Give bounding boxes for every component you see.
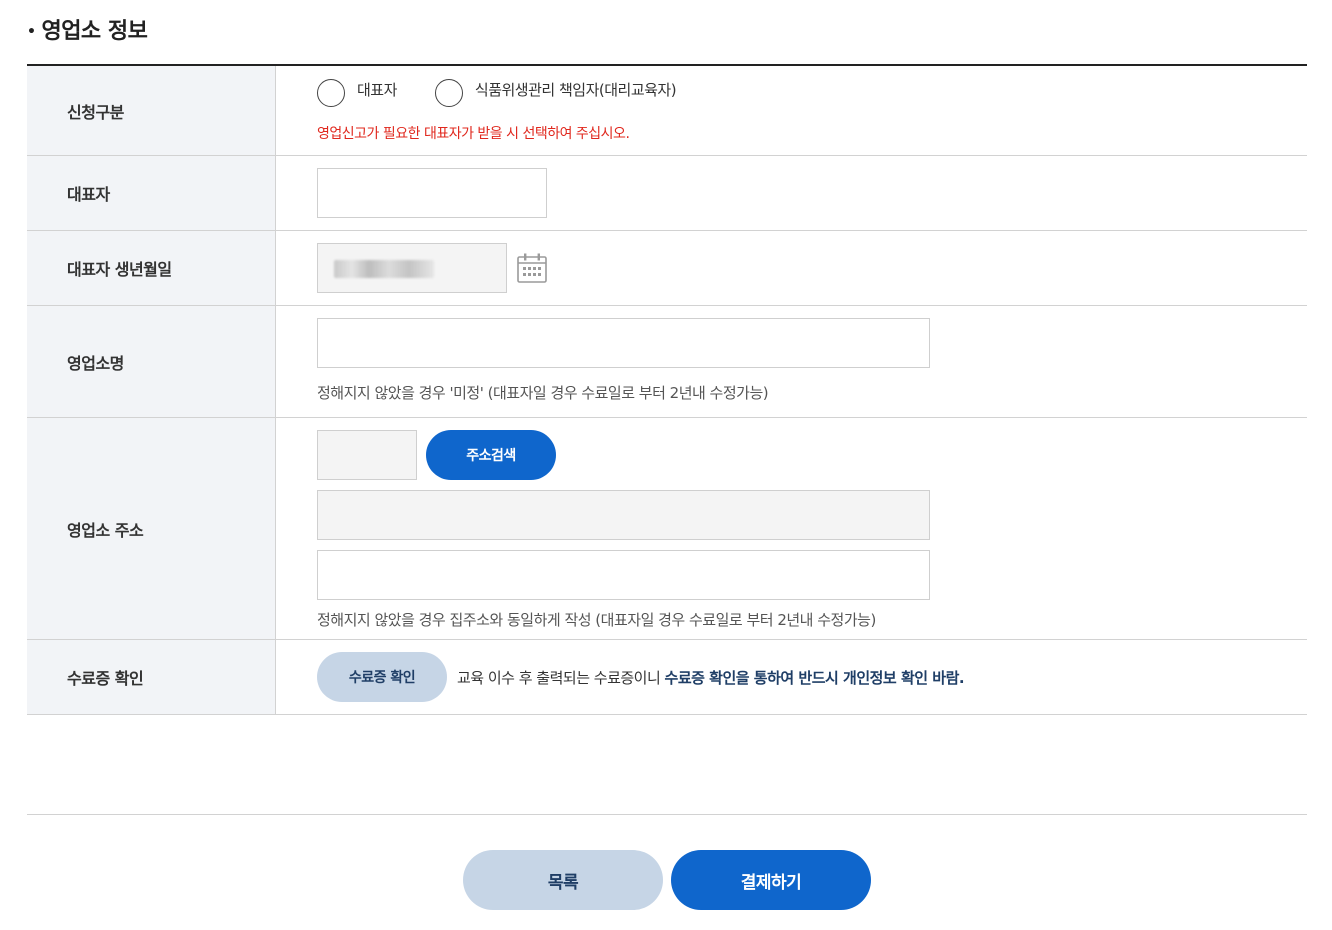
birthdate-wrap [317, 243, 548, 293]
certificate-text-plain: 교육 이수 후 출력되는 수료증이니 [457, 668, 665, 687]
address-label: 영업소 주소 [27, 418, 276, 639]
radio-circle-icon[interactable] [434, 79, 463, 107]
certificate-text-strong: 수료증 확인을 통하여 반드시 개인정보 확인 바람. [664, 668, 965, 687]
birthdate-input[interactable] [317, 243, 507, 293]
zipcode-input[interactable] [317, 430, 417, 480]
radio-hygiene-manager[interactable]: 식품위생관리 책임자(대리교육자) [434, 79, 677, 107]
shop-name-row: 영업소명 정해지지 않았을 경우 '미정' (대표자일 경우 수료일로 부터 2… [27, 306, 1307, 418]
certificate-content: 수료증 확인 교육 이수 후 출력되는 수료증이니 수료증 확인을 통하여 반드… [276, 640, 1307, 714]
radio-hygiene-manager-label[interactable]: 식품위생관리 책임자(대리교육자) [475, 79, 677, 100]
radio-representative-label[interactable]: 대표자 [357, 79, 397, 100]
representative-content [276, 156, 1307, 230]
shop-name-label: 영업소명 [27, 306, 276, 417]
certificate-wrap: 수료증 확인 교육 이수 후 출력되는 수료증이니 수료증 확인을 통하여 반드… [317, 652, 965, 702]
calendar-icon[interactable] [516, 252, 548, 284]
pay-button[interactable]: 결제하기 [671, 850, 871, 910]
address-row: 영업소 주소 주소검색 정해지지 않았을 경우 집주소와 동일하게 작성 (대표… [27, 418, 1307, 640]
address-detail-input[interactable] [317, 550, 930, 600]
footer-divider [27, 814, 1307, 815]
certificate-label: 수료증 확인 [27, 640, 276, 714]
footer-buttons: 목록 결제하기 [463, 850, 871, 910]
shop-name-content: 정해지지 않았을 경우 '미정' (대표자일 경우 수료일로 부터 2년내 수정… [276, 306, 1307, 417]
address-hint: 정해지지 않았을 경우 집주소와 동일하게 작성 (대표자일 경우 수료일로 부… [317, 611, 876, 629]
certificate-row: 수료증 확인 수료증 확인 교육 이수 후 출력되는 수료증이니 수료증 확인을… [27, 640, 1307, 715]
birthdate-label: 대표자 생년월일 [27, 231, 276, 305]
radio-circle-icon[interactable] [317, 79, 345, 107]
address-main-input[interactable] [317, 490, 930, 540]
section-title: • 영업소 정보 [27, 16, 148, 48]
address-content: 주소검색 정해지지 않았을 경우 집주소와 동일하게 작성 (대표자일 경우 수… [276, 418, 1307, 639]
shop-name-input[interactable] [317, 318, 930, 368]
birthdate-content [276, 231, 1307, 305]
certificate-check-button[interactable]: 수료증 확인 [317, 652, 447, 702]
apply-type-radio-group: 대표자 식품위생관리 책임자(대리교육자) [317, 79, 714, 107]
apply-type-row: 신청구분 대표자 식품위생관리 책임자(대리교육자) 영업신고가 필요한 대표자… [27, 66, 1307, 156]
radio-representative[interactable]: 대표자 [317, 79, 397, 107]
shop-name-hint: 정해지지 않았을 경우 '미정' (대표자일 경우 수료일로 부터 2년내 수정… [317, 384, 769, 402]
representative-row: 대표자 [27, 156, 1307, 231]
apply-type-notice: 영업신고가 필요한 대표자가 받을 시 선택하여 주십시오. [317, 126, 630, 142]
redacted-value [334, 260, 434, 278]
representative-label: 대표자 [27, 156, 276, 230]
section-title-text: 영업소 정보 [41, 19, 148, 44]
birthdate-row: 대표자 생년월일 [27, 231, 1307, 306]
representative-input[interactable] [317, 168, 547, 218]
list-button[interactable]: 목록 [463, 850, 663, 910]
bullet-icon: • [27, 24, 36, 40]
apply-type-content: 대표자 식품위생관리 책임자(대리교육자) 영업신고가 필요한 대표자가 받을 … [276, 66, 1307, 155]
address-search-button[interactable]: 주소검색 [426, 430, 556, 480]
business-info-form: 신청구분 대표자 식품위생관리 책임자(대리교육자) 영업신고가 필요한 대표자… [27, 64, 1307, 715]
apply-type-label: 신청구분 [27, 66, 276, 155]
certificate-text: 교육 이수 후 출력되는 수료증이니 수료증 확인을 통하여 반드시 개인정보 … [457, 667, 965, 688]
